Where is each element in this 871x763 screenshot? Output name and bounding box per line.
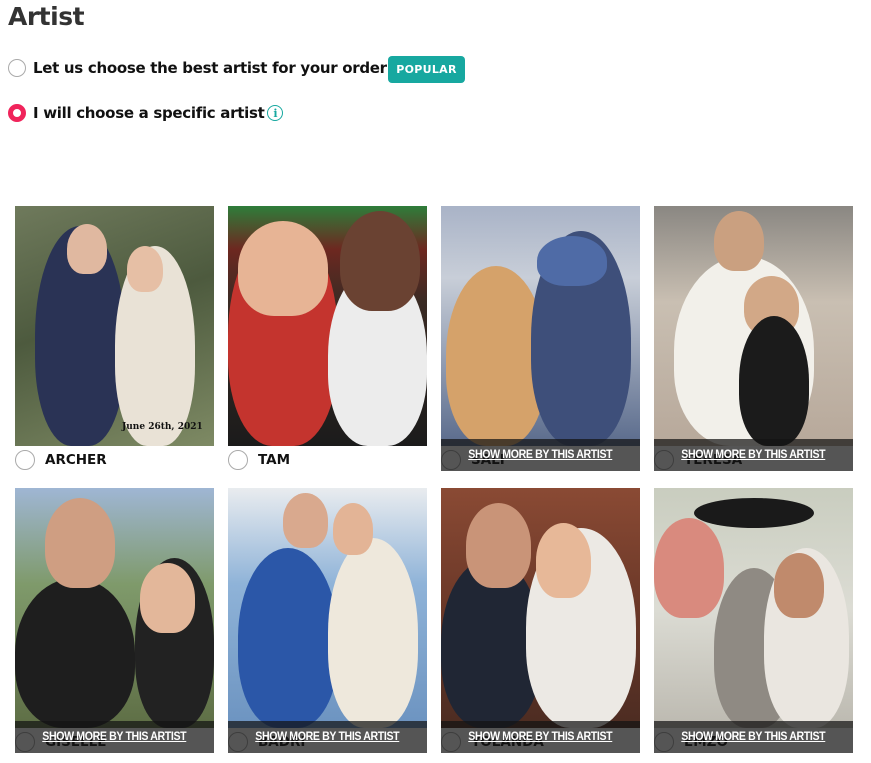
option-specific-artist[interactable]: I will choose a specific artist i <box>8 104 284 122</box>
artist-photo[interactable] <box>441 488 640 728</box>
popular-badge: POPULAR <box>388 56 465 83</box>
show-more-link[interactable]: SHOW MORE BY THIS ARTIST <box>654 721 853 753</box>
artist-photo[interactable] <box>228 488 427 728</box>
radio-artist-archer[interactable] <box>15 450 35 470</box>
option-auto-artist-label: Let us choose the best artist for your o… <box>33 59 387 77</box>
show-more-link[interactable]: SHOW MORE BY THIS ARTIST <box>15 721 214 753</box>
artist-card-badri[interactable]: SHOW MORE BY THIS ARTIST BADRI <box>228 488 427 753</box>
artist-photo[interactable]: June 26th, 2021 <box>15 206 214 446</box>
artist-photo[interactable] <box>228 206 427 446</box>
radio-auto-artist[interactable] <box>8 59 26 77</box>
artist-name: TAM <box>258 452 291 468</box>
option-auto-artist[interactable]: Let us choose the best artist for your o… <box>8 59 387 77</box>
artist-card-emzo[interactable]: SHOW MORE BY THIS ARTIST EMZO <box>654 488 853 753</box>
artist-name: ARCHER <box>45 452 107 468</box>
artist-card-sali[interactable]: SHOW MORE BY THIS ARTIST SALI <box>441 206 640 471</box>
radio-specific-artist[interactable] <box>8 104 26 122</box>
artist-photo[interactable] <box>654 488 853 728</box>
show-more-link[interactable]: SHOW MORE BY THIS ARTIST <box>441 721 640 753</box>
section-title: Artist <box>8 2 85 31</box>
info-icon[interactable]: i <box>267 105 284 121</box>
artist-card-archer[interactable]: June 26th, 2021 ARCHER <box>15 206 214 471</box>
artist-card-tam[interactable]: TAM <box>228 206 427 471</box>
artist-card-giselle[interactable]: SHOW MORE BY THIS ARTIST GISELLE <box>15 488 214 753</box>
artist-photo[interactable] <box>15 488 214 728</box>
option-specific-artist-label: I will choose a specific artist <box>33 104 265 122</box>
artist-photo[interactable] <box>654 206 853 446</box>
show-more-link[interactable]: SHOW MORE BY THIS ARTIST <box>654 439 853 471</box>
radio-artist-tam[interactable] <box>228 450 248 470</box>
show-more-link[interactable]: SHOW MORE BY THIS ARTIST <box>228 721 427 753</box>
show-more-link[interactable]: SHOW MORE BY THIS ARTIST <box>441 439 640 471</box>
image-caption: June 26th, 2021 <box>122 422 203 432</box>
artist-card-yolanda[interactable]: SHOW MORE BY THIS ARTIST YOLANDA <box>441 488 640 753</box>
artist-card-teresa[interactable]: SHOW MORE BY THIS ARTIST TERESA <box>654 206 853 471</box>
artist-photo[interactable] <box>441 206 640 446</box>
